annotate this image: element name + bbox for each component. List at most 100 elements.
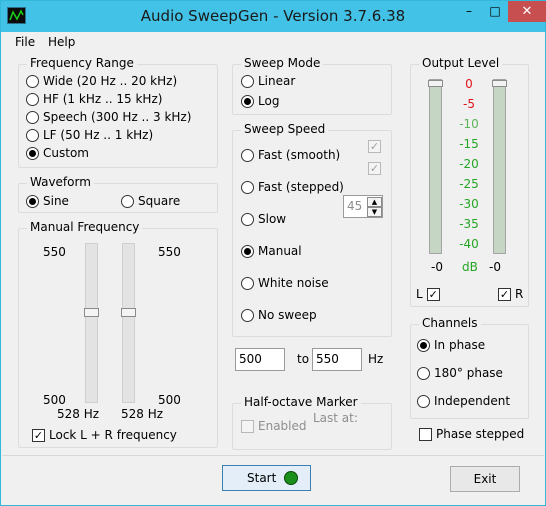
sweep-mode-linear[interactable]: Linear xyxy=(241,74,295,88)
waveform-square[interactable]: Square xyxy=(121,194,180,208)
db-label: -20 xyxy=(459,157,479,171)
menu-bar: File Help xyxy=(2,32,544,53)
radio-no-sweep[interactable] xyxy=(241,308,254,322)
fast-stepped-checkbox: ✓ xyxy=(368,162,385,175)
phase-stepped-checkbox[interactable]: Phase stepped xyxy=(419,427,524,441)
enabled-label: Enabled xyxy=(258,419,307,433)
phase-stepped-check-box[interactable] xyxy=(419,427,432,441)
sweep-mode-log[interactable]: Log xyxy=(241,94,279,108)
speed-no-sweep-label: No sweep xyxy=(258,308,317,322)
range-to-value: 550 xyxy=(316,352,339,366)
lock-frequency-checkbox[interactable]: ✓ Lock L + R frequency xyxy=(32,428,177,442)
waveform-sine[interactable]: Sine xyxy=(26,194,69,208)
left-slider-min: 500 xyxy=(43,393,66,407)
range-unit: Hz xyxy=(368,352,384,366)
left-frequency-slider[interactable] xyxy=(84,243,99,403)
db-label: 0 xyxy=(465,77,473,91)
enabled-checkbox: Enabled xyxy=(241,419,307,433)
range-option-custom[interactable]: Custom xyxy=(26,146,89,160)
close-button[interactable]: ✕ xyxy=(508,1,546,22)
speed-fast-stepped[interactable]: Fast (stepped) xyxy=(241,180,344,194)
step-value-text: 45 xyxy=(347,199,363,213)
menu-file[interactable]: File xyxy=(15,35,35,49)
right-slider-thumb[interactable] xyxy=(121,308,136,317)
range-option-label: Wide (20 Hz .. 20 kHz) xyxy=(43,74,178,88)
channel-in-phase[interactable]: In phase xyxy=(417,338,485,352)
speed-white-noise[interactable]: White noise xyxy=(241,276,329,290)
range-from-input[interactable]: 500 xyxy=(235,348,285,371)
radio-manual[interactable] xyxy=(241,244,254,258)
radio-white-noise[interactable] xyxy=(241,276,254,290)
left-slider-thumb[interactable] xyxy=(84,308,99,317)
range-option-wide[interactable]: Wide (20 Hz .. 20 kHz) xyxy=(26,74,177,88)
speed-white-noise-label: White noise xyxy=(258,276,329,290)
radio-fast-stepped[interactable] xyxy=(241,180,254,194)
menu-help[interactable]: Help xyxy=(48,35,75,49)
start-button[interactable]: Start xyxy=(222,465,311,491)
right-channel-label: R xyxy=(515,287,524,301)
radio-in-phase[interactable] xyxy=(417,338,430,352)
right-frequency-slider[interactable] xyxy=(121,243,136,403)
radio-linear[interactable] xyxy=(241,74,254,88)
radio-hf[interactable] xyxy=(26,92,39,106)
speed-no-sweep[interactable]: No sweep xyxy=(241,308,317,322)
range-option-label: Speech (300 Hz .. 3 kHz) xyxy=(43,110,192,124)
radio-sine[interactable] xyxy=(26,194,39,208)
right-slider-max: 550 xyxy=(158,245,181,259)
speed-manual[interactable]: Manual xyxy=(241,244,302,258)
left-channel-check-box[interactable]: ✓ xyxy=(426,287,440,301)
radio-speech[interactable] xyxy=(26,110,39,124)
left-channel-checkbox[interactable]: L ✓ xyxy=(416,287,444,301)
radio-wide[interactable] xyxy=(26,74,39,88)
channels-title: Channels xyxy=(419,316,481,330)
channel-independent-label: Independent xyxy=(434,394,511,408)
range-option-speech[interactable]: Speech (300 Hz .. 3 kHz) xyxy=(26,110,191,124)
sweep-mode-title: Sweep Mode xyxy=(241,56,324,70)
right-slider-min: 500 xyxy=(158,393,181,407)
manual-frequency-group: Manual Frequency xyxy=(18,220,218,448)
channel-180-phase-label: 180° phase xyxy=(434,366,503,380)
fast-stepped-check-box: ✓ xyxy=(368,162,381,175)
waveform-sine-label: Sine xyxy=(43,194,69,208)
radio-fast-smooth[interactable] xyxy=(241,148,254,162)
fast-smooth-checkbox: ✓ xyxy=(368,140,385,153)
channel-independent[interactable]: Independent xyxy=(417,394,510,408)
speed-fast-smooth[interactable]: Fast (smooth) xyxy=(241,148,340,162)
radio-independent[interactable] xyxy=(417,394,430,408)
half-octave-title: Half-octave Marker xyxy=(241,395,361,409)
right-level-meter[interactable] xyxy=(492,79,507,254)
spin-down-button[interactable]: ▼ xyxy=(367,207,382,217)
right-level-handle[interactable] xyxy=(492,80,507,87)
radio-slow[interactable] xyxy=(241,212,254,226)
waveform-title: Waveform xyxy=(27,175,94,189)
maximize-button[interactable]: □ xyxy=(482,2,508,22)
title-bar[interactable]: Audio SweepGen - Version 3.7.6.38 – □ ✕ xyxy=(1,1,546,32)
output-level-title: Output Level xyxy=(419,56,503,70)
channel-180-phase[interactable]: 180° phase xyxy=(417,366,503,380)
range-option-lf[interactable]: LF (50 Hz .. 1 kHz) xyxy=(26,128,153,142)
range-option-hf[interactable]: HF (1 kHz .. 15 kHz) xyxy=(26,92,162,106)
right-channel-checkbox[interactable]: ✓ R xyxy=(498,287,523,301)
exit-button[interactable]: Exit xyxy=(450,466,520,492)
radio-log[interactable] xyxy=(241,94,254,108)
db-label: -5 xyxy=(463,97,475,111)
lock-check-box[interactable]: ✓ xyxy=(32,428,45,442)
right-channel-check-box[interactable]: ✓ xyxy=(498,287,511,301)
enabled-check-box xyxy=(241,419,254,433)
last-at-label: Last at: xyxy=(313,411,358,425)
speed-fast-smooth-label: Fast (smooth) xyxy=(258,148,341,162)
left-level-meter[interactable] xyxy=(428,79,443,254)
radio-square[interactable] xyxy=(121,194,134,208)
range-to-label: to xyxy=(297,352,310,366)
radio-180-phase[interactable] xyxy=(417,366,430,380)
radio-custom[interactable] xyxy=(26,146,39,160)
range-to-input[interactable]: 550 xyxy=(312,348,362,371)
spin-up-button[interactable]: ▲ xyxy=(367,197,382,207)
sweep-mode-linear-label: Linear xyxy=(258,74,296,88)
radio-lf[interactable] xyxy=(26,128,39,142)
minimize-button[interactable]: – xyxy=(456,2,482,22)
bottom-separator xyxy=(2,455,544,456)
left-level-handle[interactable] xyxy=(428,80,443,87)
speed-slow[interactable]: Slow xyxy=(241,212,286,226)
left-slider-max: 550 xyxy=(43,245,66,259)
